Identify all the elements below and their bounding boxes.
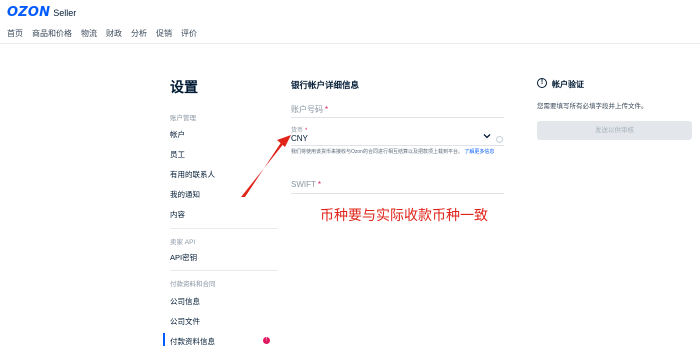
send-for-review-button[interactable]: 发送以供审核 xyxy=(537,121,692,140)
verification-description: 您需要填写所有必填字段并上传文件。 xyxy=(537,103,648,110)
info-circle-icon: ! xyxy=(537,78,547,88)
annotation-text: 币种要与实际收款币种一致 xyxy=(320,207,488,223)
annotation-arrow xyxy=(241,135,291,197)
verification-title: 帐户验证 xyxy=(552,80,584,89)
